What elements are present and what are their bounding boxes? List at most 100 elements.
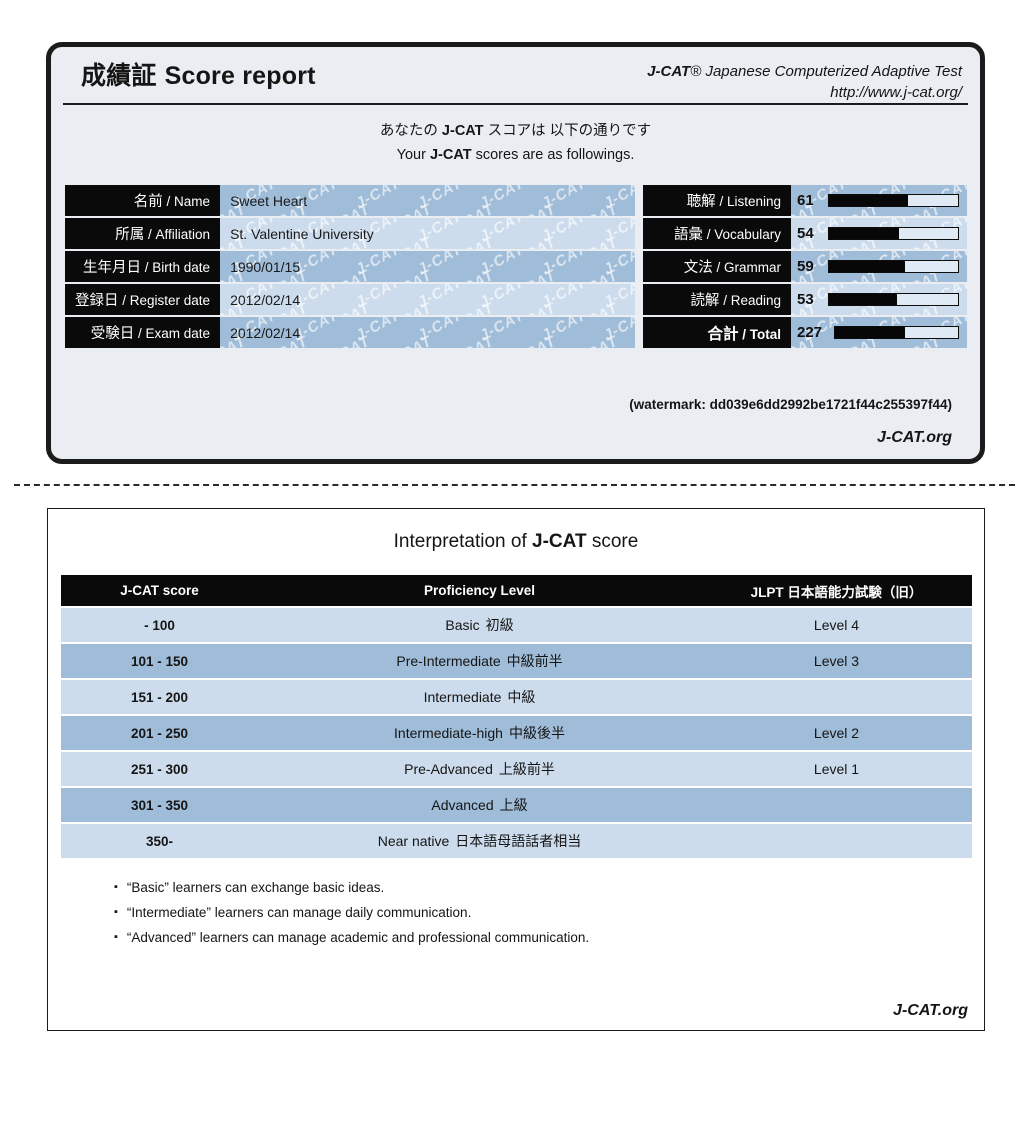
score-bar-track (828, 227, 959, 240)
info-value-cell: J-CATJ-CATJ-CATJ-CATJ-CATJ-CATJ-CATJ-CAT… (220, 251, 635, 282)
info-value-cell: J-CATJ-CATJ-CATJ-CATJ-CATJ-CATJ-CATJ-CAT… (220, 185, 635, 216)
list-item: ▪ “Intermediate” learners can manage dail… (114, 900, 589, 925)
score-bar-fill (829, 261, 906, 272)
score-label-jp: 語彙 (673, 227, 703, 243)
score-bar-group: 227 (797, 317, 959, 348)
score-label-jp: 読解 (690, 293, 720, 309)
proficiency-en: Intermediate-high (394, 725, 503, 741)
info-label-jp: 所属 (115, 227, 145, 243)
table-row: 301 - 350 Advanced 上級 (61, 788, 972, 822)
score-label-jp: 文法 (683, 260, 713, 276)
jlpt-level-cell (701, 680, 972, 714)
score-bar-fill (829, 228, 899, 239)
info-value: 2012/02/14 (230, 291, 301, 308)
info-label-cell: 所属 / Affiliation (65, 218, 221, 249)
score-label-en: Grammar (724, 260, 781, 275)
table-row: 受験日 / Exam date J-CAT J-CAT J-CAT J-CAT J-CAT… (65, 317, 635, 348)
bullet-icon: ▪ (114, 881, 118, 893)
score-number: 61 (797, 192, 814, 209)
info-label-sep: / (134, 326, 146, 341)
interp-title-before: Interpretation of (393, 531, 533, 552)
score-report-card: 成績証 Score report J-CAT® Japanese Computer… (46, 42, 985, 464)
info-label-sep: / (144, 227, 156, 242)
score-interpretation-table: J-CAT score Proficiency Level JLPT 日本語能力試験… (61, 573, 972, 860)
score-label-en: Total (749, 326, 781, 342)
intro-jp-brand: J-CAT (441, 123, 484, 139)
score-range-cell: 301 - 350 (61, 788, 258, 822)
table-row: 合計 / TotalJ-CATJ-CATJ-CATJ-CATJ-CATJ-CAT… (643, 317, 967, 348)
table-row: 所属 / Affiliation J-CAT J-CAT J-CAT J-CAT J-CA… (65, 218, 635, 249)
score-number: 54 (797, 225, 814, 242)
brand-name: J-CAT (647, 63, 691, 80)
examinee-info-table: 名前 / Name J-CAT J-CAT J-CAT J-CAT J-CAT J-CAT J… (65, 183, 635, 350)
score-label-en: Reading (730, 293, 781, 308)
score-value-cell: J-CATJ-CATJ-CATJ-CATJ-CATJ-CATJ-CATJ-CAT… (791, 218, 967, 249)
info-label-sep: / (118, 293, 130, 308)
info-value-cell: J-CATJ-CATJ-CATJ-CATJ-CATJ-CATJ-CATJ-CAT… (220, 218, 635, 249)
bullet-icon: ▪ (114, 931, 118, 943)
proficiency-jp: 初級 (485, 617, 514, 633)
jlpt-level-cell: Level 3 (701, 644, 972, 678)
score-bar-track (834, 326, 959, 339)
info-label-cell: 生年月日 / Birth date (65, 251, 221, 282)
score-bar-group: 54 (797, 218, 959, 249)
score-report-page: 成績証 Score report J-CAT® Japanese Computer… (0, 0, 1029, 1139)
proficiency-en: Near native (377, 833, 450, 849)
column-header-2: Proficiency Level (258, 575, 701, 606)
intro-en-after: scores are as followings. (471, 147, 635, 163)
info-label-en: Affiliation (155, 227, 211, 242)
table-row: 350- Near native 日本語母語話者相当 (61, 824, 972, 858)
interpretation-title: Interpretation of J-CAT score (48, 529, 984, 555)
score-range-cell: 151 - 200 (61, 680, 258, 714)
score-label-sep: / (715, 194, 727, 209)
interpretation-card: Interpretation of J-CAT score J-CAT scor… (47, 508, 985, 1031)
score-intro-jp: あなたの J-CAT スコアは 以下の通りです (51, 119, 980, 143)
info-label-en: Register date (129, 293, 211, 308)
note-text: “Basic” learners can exchange basic idea… (126, 880, 385, 895)
bullet-icon: ▪ (114, 906, 118, 918)
info-value: St. Valentine University (230, 225, 374, 242)
tables-area: 名前 / Name J-CAT J-CAT J-CAT J-CAT J-CAT J-CAT J… (51, 183, 980, 363)
note-text: “Advanced” learners can manage academic … (126, 930, 590, 945)
brand-block: J-CAT® Japanese Computerized Adaptive Te… (647, 61, 962, 103)
info-label-jp: 受験日 (90, 326, 135, 342)
jlpt-level-cell: Level 1 (701, 752, 972, 786)
intro-en-before: Your (396, 147, 430, 163)
proficiency-en: Pre-Advanced (404, 761, 493, 777)
jlpt-level-cell: Level 4 (701, 608, 972, 642)
proficiency-level-cell: Intermediate 中級 (258, 680, 701, 714)
report-footer-logo: J-CAT.org (877, 429, 952, 446)
table-row: - 100 Basic 初級 Level 4 (61, 608, 972, 642)
proficiency-jp: 中級前半 (506, 653, 563, 669)
score-label-cell: 合計 / Total (643, 317, 791, 348)
score-range-cell: - 100 (61, 608, 258, 642)
info-label-jp: 名前 (133, 194, 163, 210)
info-value: Sweet Heart (230, 192, 308, 209)
jlpt-level-cell: Level 2 (701, 716, 972, 750)
score-label-cell: 聴解 / Listening (643, 185, 791, 216)
table-row: 読解 / ReadingJ-CATJ-CATJ-CATJ-CATJ-CATJ-C… (643, 284, 967, 315)
score-value-cell: J-CATJ-CATJ-CATJ-CATJ-CATJ-CATJ-CATJ-CAT… (791, 185, 967, 216)
proficiency-en: Pre-Intermediate (396, 653, 501, 669)
score-bar-track (828, 293, 959, 306)
score-label-cell: 語彙 / Vocabulary (643, 218, 791, 249)
info-label-cell: 登録日 / Register date (65, 284, 221, 315)
score-number: 53 (797, 291, 814, 308)
score-label-sep: / (702, 227, 715, 242)
proficiency-jp: 中級後半 (508, 725, 565, 741)
page-title: 成績証 Score report (81, 61, 316, 91)
score-value-cell: J-CATJ-CATJ-CATJ-CATJ-CATJ-CATJ-CATJ-CAT… (791, 284, 967, 315)
page-title-en: Score report (164, 62, 316, 90)
score-bar-fill (835, 327, 906, 338)
proficiency-en: Basic (445, 617, 480, 633)
table-row: 生年月日 / Birth date J-CAT J-CAT J-CAT J-CAT J-C… (65, 251, 635, 282)
list-item: ▪ “Basic” learners can exchange basic ide… (114, 875, 589, 900)
score-value-cell: J-CATJ-CATJ-CATJ-CATJ-CATJ-CATJ-CATJ-CAT… (791, 317, 967, 348)
brand-url[interactable]: http://www.j-cat.org/ (647, 82, 962, 103)
interp-title-after: score (586, 531, 639, 552)
note-text: “Intermediate” learners can manage daily… (126, 905, 472, 920)
score-bar-track (828, 260, 959, 273)
proficiency-level-cell: Near native 日本語母語話者相当 (258, 824, 701, 858)
report-header: 成績証 Score report J-CAT® Japanese Computer… (63, 53, 968, 105)
proficiency-jp: 日本語母語話者相当 (455, 833, 582, 849)
